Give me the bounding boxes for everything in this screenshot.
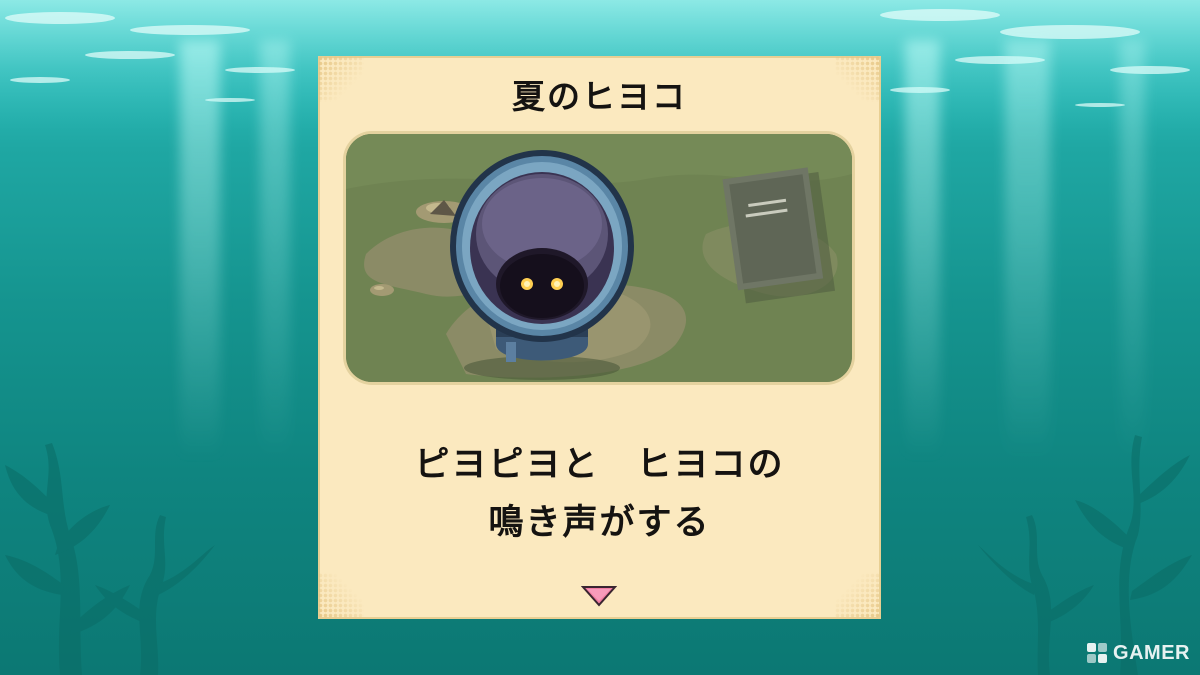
dialog-box[interactable]: 夏のヒヨコ ピヨピヨと ヒヨコの 鳴き声がする	[318, 56, 881, 619]
dialog-message-line: 鳴き声がする	[488, 503, 711, 543]
watermark-text: GAMER	[1113, 641, 1190, 664]
triangle-down-icon[interactable]	[581, 585, 617, 607]
dialog-corner-pattern	[318, 573, 364, 619]
gamer-logo-icon	[1087, 643, 1108, 663]
light-beam	[260, 40, 290, 460]
dialog-title: 夏のヒヨコ	[512, 77, 687, 116]
light-beam	[905, 40, 940, 460]
seaweed-right	[978, 435, 1192, 675]
dialog-message-line: ピヨピヨと ヒヨコの	[414, 445, 785, 485]
watermark: GAMER	[1086, 641, 1190, 665]
seaweed-left	[5, 443, 215, 675]
dialog-corner-pattern	[835, 573, 881, 619]
game-screen: 夏のヒヨコ ピヨピヨと ヒヨコの 鳴き声がする GAMER	[0, 0, 1200, 675]
barrel-scene-art	[346, 134, 852, 382]
dialog-message: ピヨピヨと ヒヨコの 鳴き声がする	[318, 436, 881, 552]
scene-illustration	[346, 134, 852, 382]
